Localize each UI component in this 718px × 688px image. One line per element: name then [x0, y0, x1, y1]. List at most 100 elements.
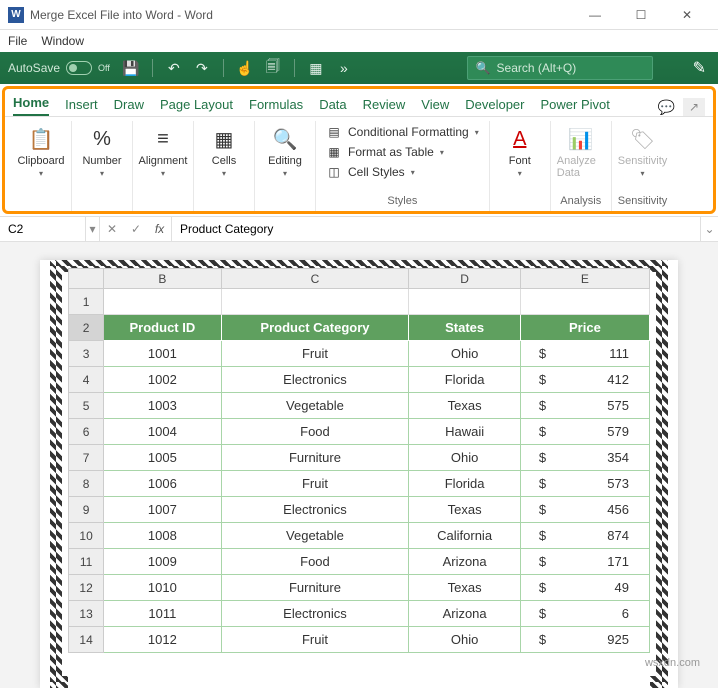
- col-header-d[interactable]: D: [409, 269, 521, 289]
- cell-state[interactable]: Ohio: [409, 341, 521, 367]
- cell-price[interactable]: $925: [520, 627, 649, 653]
- cell-product-id[interactable]: 1012: [104, 627, 221, 653]
- header-product-category[interactable]: Product Category: [221, 315, 409, 341]
- comments-icon[interactable]: 💬: [658, 99, 675, 116]
- tab-home[interactable]: Home: [13, 91, 49, 116]
- cell[interactable]: [221, 289, 409, 315]
- header-product-id[interactable]: Product ID: [104, 315, 221, 341]
- cell-price[interactable]: $354: [520, 445, 649, 471]
- cell[interactable]: [104, 289, 221, 315]
- cell-category[interactable]: Food: [221, 419, 409, 445]
- cell-state[interactable]: California: [409, 523, 521, 549]
- row-header[interactable]: 1: [69, 289, 104, 315]
- apps-icon[interactable]: ▦: [305, 57, 327, 79]
- maximize-button[interactable]: ☐: [618, 0, 664, 30]
- tab-data[interactable]: Data: [319, 93, 346, 116]
- paste-button[interactable]: 📋 Clipboard ▾: [17, 123, 65, 178]
- cell-category[interactable]: Electronics: [221, 367, 409, 393]
- cell-price[interactable]: $456: [520, 497, 649, 523]
- cell-category[interactable]: Furniture: [221, 575, 409, 601]
- cell[interactable]: [409, 289, 521, 315]
- cell-state[interactable]: Arizona: [409, 549, 521, 575]
- cell-state[interactable]: Texas: [409, 497, 521, 523]
- embedded-spreadsheet[interactable]: B C D E 1 2 Product ID: [68, 268, 650, 688]
- copy-icon[interactable]: 🗐: [262, 57, 284, 79]
- format-as-table-button[interactable]: ▦ Format as Table ▾: [322, 143, 483, 161]
- tab-formulas[interactable]: Formulas: [249, 93, 303, 116]
- more-icon[interactable]: »: [333, 57, 355, 79]
- minimize-button[interactable]: —: [572, 0, 618, 30]
- cell-price[interactable]: $575: [520, 393, 649, 419]
- autosave-toggle[interactable]: AutoSave Off: [8, 61, 110, 75]
- editing-button[interactable]: 🔍 Editing ▾: [261, 123, 309, 178]
- col-header-b[interactable]: B: [104, 269, 221, 289]
- cell-product-id[interactable]: 1007: [104, 497, 221, 523]
- row-header[interactable]: 9: [69, 497, 104, 523]
- cell-price[interactable]: $573: [520, 471, 649, 497]
- header-states[interactable]: States: [409, 315, 521, 341]
- row-header[interactable]: 13: [69, 601, 104, 627]
- cell-product-id[interactable]: 1003: [104, 393, 221, 419]
- cell-state[interactable]: Texas: [409, 575, 521, 601]
- cell-styles-button[interactable]: ◫ Cell Styles ▾: [322, 163, 483, 181]
- cell-category[interactable]: Electronics: [221, 601, 409, 627]
- save-icon[interactable]: 💾: [120, 57, 142, 79]
- name-box[interactable]: C2: [0, 217, 86, 241]
- col-header-c[interactable]: C: [221, 269, 409, 289]
- header-price[interactable]: Price: [520, 315, 649, 341]
- tab-page-layout[interactable]: Page Layout: [160, 93, 233, 116]
- cell-product-id[interactable]: 1011: [104, 601, 221, 627]
- number-button[interactable]: % Number ▾: [78, 123, 126, 178]
- cell-category[interactable]: Vegetable: [221, 393, 409, 419]
- font-button[interactable]: A Font ▾: [496, 123, 544, 178]
- cell-product-id[interactable]: 1009: [104, 549, 221, 575]
- cell-category[interactable]: Vegetable: [221, 523, 409, 549]
- tab-review[interactable]: Review: [363, 93, 406, 116]
- cell-category[interactable]: Food: [221, 549, 409, 575]
- tab-insert[interactable]: Insert: [65, 93, 98, 116]
- redo-icon[interactable]: ↷: [191, 57, 213, 79]
- cell-state[interactable]: Ohio: [409, 445, 521, 471]
- cell-product-id[interactable]: 1010: [104, 575, 221, 601]
- cell-product-id[interactable]: 1006: [104, 471, 221, 497]
- tab-view[interactable]: View: [421, 93, 449, 116]
- cell-product-id[interactable]: 1004: [104, 419, 221, 445]
- tab-draw[interactable]: Draw: [114, 93, 144, 116]
- row-header[interactable]: 4: [69, 367, 104, 393]
- cells-button[interactable]: ▦ Cells ▾: [200, 123, 248, 178]
- cell-product-id[interactable]: 1005: [104, 445, 221, 471]
- cell[interactable]: [520, 289, 649, 315]
- row-header[interactable]: 5: [69, 393, 104, 419]
- cancel-formula-icon[interactable]: ✕: [100, 217, 124, 241]
- cell-price[interactable]: $171: [520, 549, 649, 575]
- cell-state[interactable]: Texas: [409, 393, 521, 419]
- cell-product-id[interactable]: 1008: [104, 523, 221, 549]
- cell-price[interactable]: $6: [520, 601, 649, 627]
- menu-window[interactable]: Window: [41, 34, 84, 48]
- autosave-switch[interactable]: [66, 61, 92, 75]
- row-header[interactable]: 6: [69, 419, 104, 445]
- row-header[interactable]: 3: [69, 341, 104, 367]
- cell-category[interactable]: Fruit: [221, 341, 409, 367]
- cell-product-id[interactable]: 1001: [104, 341, 221, 367]
- cell-price[interactable]: $874: [520, 523, 649, 549]
- cell-category[interactable]: Furniture: [221, 445, 409, 471]
- search-box[interactable]: 🔍 Search (Alt+Q): [467, 56, 653, 80]
- share-icon[interactable]: ✎: [693, 58, 706, 78]
- tab-developer[interactable]: Developer: [465, 93, 524, 116]
- row-header[interactable]: 14: [69, 627, 104, 653]
- fx-label[interactable]: fx: [148, 217, 172, 241]
- row-header[interactable]: 7: [69, 445, 104, 471]
- cell-state[interactable]: Arizona: [409, 601, 521, 627]
- row-header[interactable]: 10: [69, 523, 104, 549]
- cell-state[interactable]: Ohio: [409, 627, 521, 653]
- row-header[interactable]: 2: [69, 315, 104, 341]
- cell-price[interactable]: $49: [520, 575, 649, 601]
- cell-price[interactable]: $412: [520, 367, 649, 393]
- cell-category[interactable]: Electronics: [221, 497, 409, 523]
- menu-file[interactable]: File: [8, 34, 27, 48]
- row-header[interactable]: 12: [69, 575, 104, 601]
- cell-category[interactable]: Fruit: [221, 627, 409, 653]
- cell-product-id[interactable]: 1002: [104, 367, 221, 393]
- touch-mode-icon[interactable]: ☝: [234, 57, 256, 79]
